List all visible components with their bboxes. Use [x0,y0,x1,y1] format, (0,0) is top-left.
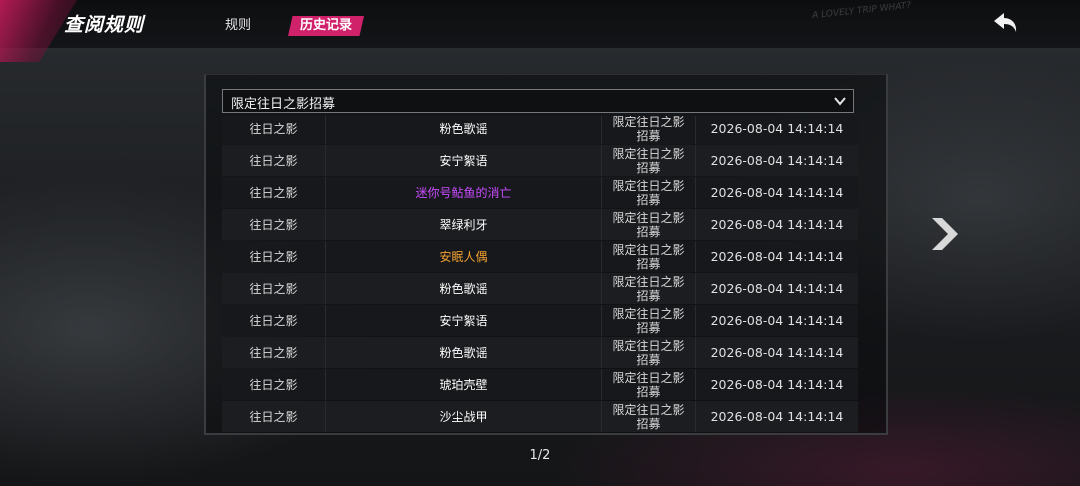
chevron-right-icon [932,218,958,250]
cell-pool-line1: 限定往日之影 [612,210,685,225]
cell-pool-line2: 招募 [636,320,661,335]
cell-pool-line1: 限定往日之影 [612,338,685,353]
table-row: 往日之影 安眠人偶 限定往日之影 招募 2026-08-04 14:14:14 [222,241,858,272]
cell-type: 往日之影 [222,145,326,176]
cell-pool-line2: 招募 [636,288,661,303]
cell-timestamp: 2026-08-04 14:14:14 [696,145,858,176]
table-row: 往日之影 沙尘战甲 限定往日之影 招募 2026-08-04 14:14:14 [222,401,858,432]
table-divider [204,433,888,435]
table-row: 往日之影 安宁絮语 限定往日之影 招募 2026-08-04 14:14:14 [222,145,858,176]
cell-timestamp: 2026-08-04 14:14:14 [696,116,858,144]
cell-item-name: 安宁絮语 [326,145,602,176]
cell-pool: 限定往日之影 招募 [602,369,696,400]
cell-pool-text: 限定往日之影 招募 [612,116,684,143]
cell-pool-line2: 招募 [636,224,661,239]
cell-pool-text: 限定往日之影 招募 [612,307,684,335]
cell-pool-line1: 限定往日之影 [612,242,685,257]
cell-pool-line2: 招募 [636,352,661,367]
cell-item-name: 琥珀壳壁 [326,369,602,400]
cell-pool-text: 限定往日之影 招募 [612,179,684,207]
screen: 查阅规则 规则 历史记录 A LOVELY TRIP WHAT? 限定往日之影招… [0,0,1080,486]
dropdown-selected-value: 限定往日之影招募 [231,97,336,112]
cell-pool-line1: 限定往日之影 [612,306,685,321]
cell-type: 往日之影 [222,177,326,208]
table-row: 往日之影 琥珀壳壁 限定往日之影 招募 2026-08-04 14:14:14 [222,369,858,400]
table-row: 往日之影 翠绿利牙 限定往日之影 招募 2026-08-04 14:14:14 [222,209,858,240]
cell-pool-line1: 限定往日之影 [612,178,685,193]
cell-pool-line1: 限定往日之影 [612,402,685,417]
cell-item-name: 安眠人偶 [326,241,602,272]
cell-timestamp: 2026-08-04 14:14:14 [696,401,858,432]
table-row: 往日之影 粉色歌谣 限定往日之影 招募 2026-08-04 14:14:14 [222,116,858,144]
pool-filter-dropdown[interactable]: 限定往日之影招募 [222,89,854,113]
cell-item-name: 粉色歌谣 [326,337,602,368]
cell-pool: 限定往日之影 招募 [602,273,696,304]
cell-pool-line1: 限定往日之影 [612,116,685,129]
tab-history[interactable]: 历史记录 [288,16,365,36]
table-row: 往日之影 迷你号鲇鱼的消亡 限定往日之影 招募 2026-08-04 14:14:14 [222,177,858,208]
chevron-down-icon [834,97,846,106]
cell-type: 往日之影 [222,209,326,240]
table-row: 往日之影 粉色歌谣 限定往日之影 招募 2026-08-04 14:14:14 [222,337,858,368]
cell-pool-text: 限定往日之影 招募 [612,275,684,303]
cell-pool: 限定往日之影 招募 [602,116,696,144]
page-title: 查阅规则 [64,14,145,36]
cell-item-name: 粉色歌谣 [326,116,602,144]
header-decoration-text: A LOVELY TRIP WHAT? [811,0,912,22]
cell-item-name: 沙尘战甲 [326,401,602,432]
cell-item-name: 安宁絮语 [326,305,602,336]
cell-pool-line1: 限定往日之影 [612,370,685,385]
cell-type: 往日之影 [222,337,326,368]
top-bar: 查阅规则 规则 历史记录 A LOVELY TRIP WHAT? [0,0,1080,62]
cell-pool-line2: 招募 [636,192,661,207]
cell-type: 往日之影 [222,401,326,432]
cell-pool-text: 限定往日之影 招募 [612,211,684,239]
cell-type: 往日之影 [222,305,326,336]
cell-item-name: 翠绿利牙 [326,209,602,240]
cell-pool-line2: 招募 [636,128,661,143]
cell-pool: 限定往日之影 招募 [602,401,696,432]
cell-pool: 限定往日之影 招募 [602,305,696,336]
cell-timestamp: 2026-08-04 14:14:14 [696,369,858,400]
cell-pool-line1: 限定往日之影 [612,274,685,289]
cell-pool-text: 限定往日之影 招募 [612,371,684,399]
cell-item-name: 迷你号鲇鱼的消亡 [326,177,602,208]
cell-pool-line1: 限定往日之影 [612,146,685,161]
cell-pool-line2: 招募 [636,256,661,271]
cell-timestamp: 2026-08-04 14:14:14 [696,273,858,304]
cell-pool: 限定往日之影 招募 [602,209,696,240]
cell-pool-text: 限定往日之影 招募 [612,403,684,431]
cell-timestamp: 2026-08-04 14:14:14 [696,305,858,336]
history-rows: 往日之影 粉色歌谣 限定往日之影 招募 2026-08-04 14:14:14 往日之影安… [222,116,858,433]
next-page-button[interactable] [928,214,962,254]
history-table[interactable]: 往日之影 粉色歌谣 限定往日之影 招募 2026-08-04 14:14:14 往日之影安… [222,116,858,434]
back-button[interactable] [990,10,1022,38]
cell-timestamp: 2026-08-04 14:14:14 [696,209,858,240]
cell-pool-line2: 招募 [636,384,661,399]
cell-item-name: 粉色歌谣 [326,273,602,304]
cell-pool: 限定往日之影 招募 [602,337,696,368]
table-row: 往日之影 安宁絮语 限定往日之影 招募 2026-08-04 14:14:14 [222,305,858,336]
cell-timestamp: 2026-08-04 14:14:14 [696,177,858,208]
cell-type: 往日之影 [222,116,326,144]
cell-timestamp: 2026-08-04 14:14:14 [696,241,858,272]
cell-type: 往日之影 [222,241,326,272]
cell-pool-text: 限定往日之影 招募 [612,147,684,175]
cell-timestamp: 2026-08-04 14:14:14 [696,337,858,368]
cell-pool: 限定往日之影 招募 [602,241,696,272]
cell-type: 往日之影 [222,369,326,400]
cell-pool-line2: 招募 [636,160,661,175]
cell-type: 往日之影 [222,273,326,304]
cell-pool-text: 限定往日之影 招募 [612,339,684,367]
cell-pool: 限定往日之影 招募 [602,145,696,176]
table-row: 往日之影 粉色歌谣 限定往日之影 招募 2026-08-04 14:14:14 [222,273,858,304]
back-arrow-icon [994,13,1017,32]
cell-pool-text: 限定往日之影 招募 [612,243,684,271]
tab-rules[interactable]: 规则 [225,16,251,36]
cell-pool-line2: 招募 [636,416,661,431]
cell-pool: 限定往日之影 招募 [602,177,696,208]
page-indicator: 1/2 [529,448,551,463]
